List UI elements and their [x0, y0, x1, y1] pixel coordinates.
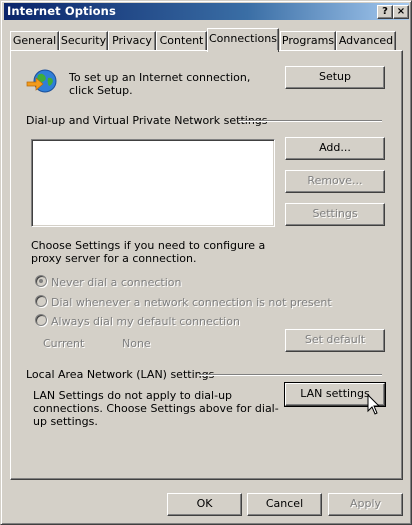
tab-general[interactable]: General [10, 31, 59, 51]
tab-programs[interactable]: Programs [280, 31, 336, 51]
mouse-cursor-icon [367, 394, 381, 415]
help-button[interactable]: ? [377, 5, 393, 19]
window-title: Internet Options [7, 4, 116, 18]
tab-advanced[interactable]: Advanced [336, 31, 396, 51]
tab-content[interactable]: Content [156, 31, 207, 51]
internet-options-window: Internet Options ? × General Security Pr… [0, 0, 412, 525]
tab-connections[interactable]: Connections [207, 28, 279, 52]
tab-security[interactable]: Security [59, 31, 108, 51]
connections-panel [10, 50, 403, 480]
close-button[interactable]: × [393, 5, 409, 19]
cancel-button[interactable]: Cancel [247, 493, 322, 516]
ok-button[interactable]: OK [167, 493, 242, 516]
apply-button[interactable]: Apply [328, 493, 403, 516]
active-tab-joint [209, 50, 278, 52]
title-bar[interactable]: Internet Options ? × [4, 3, 409, 20]
tab-privacy[interactable]: Privacy [108, 31, 156, 51]
